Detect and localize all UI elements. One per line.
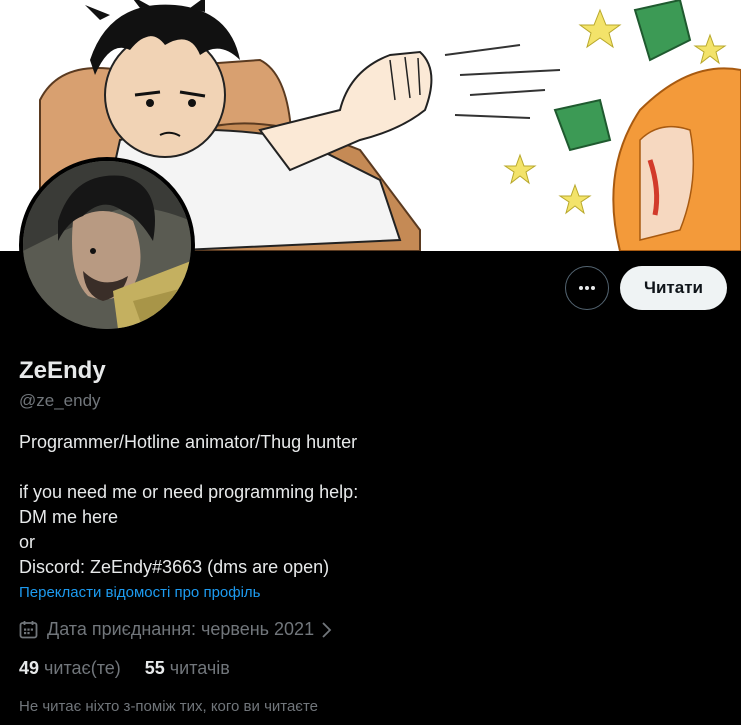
following-label: читає(те) <box>44 658 121 678</box>
join-date[interactable]: Дата приєднання: червень 2021 <box>19 619 332 640</box>
bio-line: or <box>19 532 36 552</box>
profile-handle: @ze_endy <box>19 391 101 410</box>
followers-link[interactable]: 55 читачів <box>145 658 230 679</box>
bio-line: if you need me or need programming help: <box>19 482 359 502</box>
followers-label: читачів <box>169 658 230 678</box>
avatar-image <box>23 161 191 329</box>
translate-bio-link[interactable]: Перекласти відомості про профіль <box>19 584 261 601</box>
profile-display-name: ZeEndy <box>19 357 106 384</box>
bio-line: Programmer/Hotline animator/Thug hunter <box>19 432 358 452</box>
more-options-button[interactable] <box>565 266 609 310</box>
chevron-right-icon <box>320 621 332 639</box>
followers-count: 55 <box>144 658 165 678</box>
follow-counts: 49 читає(те) 55 читачів <box>19 658 254 679</box>
follow-button-label: Читати <box>644 278 703 297</box>
more-dots-icon <box>579 286 595 290</box>
calendar-icon <box>19 620 38 639</box>
bio-line <box>19 455 719 480</box>
join-date-text: Дата приєднання: червень 2021 <box>47 619 315 639</box>
mutual-followers-note: Не читає ніхто з-поміж тих, кого ви чита… <box>19 698 319 715</box>
follow-button[interactable]: Читати <box>620 266 727 310</box>
bio-line: Discord: ZeEndy#3663 (dms are open) <box>19 557 330 577</box>
bio-line: DM me here <box>19 507 119 527</box>
profile-avatar[interactable] <box>19 157 195 333</box>
profile-bio: Programmer/Hotline animator/Thug hunter … <box>19 430 719 580</box>
following-link[interactable]: 49 читає(те) <box>19 658 121 679</box>
following-count: 49 <box>19 658 40 678</box>
